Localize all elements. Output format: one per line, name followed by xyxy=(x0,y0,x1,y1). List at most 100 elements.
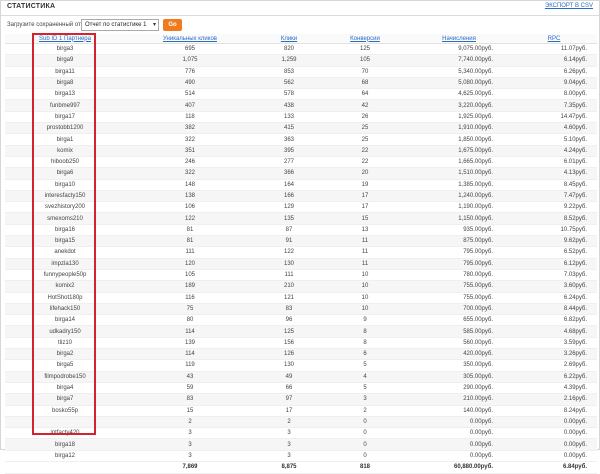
subid-cell: birga13 xyxy=(5,88,125,101)
unique-clicks-cell: 80 xyxy=(125,314,255,327)
unique-clicks-cell: 776 xyxy=(125,66,255,78)
conversions-cell: 22 xyxy=(323,145,407,157)
rpc-cell: 6.52руб. xyxy=(511,246,597,259)
clicks-cell: 129 xyxy=(255,201,323,214)
rpc-cell: 0.00руб. xyxy=(511,438,597,451)
subid-cell: birga5 xyxy=(5,359,125,372)
subid-cell: intfacty420 xyxy=(5,427,125,440)
total-rpc-cell: 6.84руб. xyxy=(511,460,597,474)
unique-clicks-cell: 246 xyxy=(125,156,255,169)
unique-clicks-cell: 382 xyxy=(125,122,255,135)
unique-clicks-cell: 59 xyxy=(125,382,255,395)
unique-clicks-cell: 322 xyxy=(125,167,255,180)
subid-cell: tliz10 xyxy=(5,337,125,350)
column-header-subid[interactable]: Sub ID 1 Партнера xyxy=(5,34,125,44)
earnings-cell: 1,385.00руб. xyxy=(407,179,511,191)
conversions-cell: 8 xyxy=(323,325,407,338)
earnings-cell: 585.00руб. xyxy=(407,325,511,338)
clicks-cell: 133 xyxy=(255,111,323,124)
earnings-cell: 290.00руб. xyxy=(407,382,511,395)
table-row: funbme997 407 438 42 3,220.00руб. 7.35руб. xyxy=(5,99,597,112)
unique-clicks-cell: 514 xyxy=(125,88,255,101)
rpc-cell: 8.45руб. xyxy=(511,179,597,191)
column-header-clicks[interactable]: Клики xyxy=(255,34,323,44)
table-header-row: Sub ID 1 Партнера Уникальных кликов Клик… xyxy=(5,34,597,44)
conversions-cell: 70 xyxy=(323,66,407,78)
subid-cell: impzla130 xyxy=(5,258,125,270)
subid-cell: smexoms210 xyxy=(5,212,125,225)
earnings-cell: 780.00руб. xyxy=(407,269,511,282)
rpc-cell: 3.59руб. xyxy=(511,337,597,350)
earnings-cell: 1,510.00руб. xyxy=(407,167,511,180)
subid-cell: funbme997 xyxy=(5,99,125,112)
earnings-cell: 1,665.00руб. xyxy=(407,156,511,169)
clicks-cell: 121 xyxy=(255,292,323,304)
subid-cell: birga10 xyxy=(5,179,125,191)
conversions-cell: 22 xyxy=(323,156,407,169)
subid-cell: svezhistory200 xyxy=(5,201,125,214)
earnings-cell: 1,240.00руб. xyxy=(407,190,511,203)
total-subid-cell xyxy=(5,460,125,474)
clicks-cell: 3 xyxy=(255,438,323,451)
table-row: birga3 695 820 125 9,075.00руб. 11.07руб. xyxy=(5,43,597,56)
earnings-cell: 5,080.00руб. xyxy=(407,77,511,90)
column-header-conversions[interactable]: Конверсии xyxy=(323,34,407,44)
table-row: birga8 490 562 68 5,080.00руб. 9.04руб. xyxy=(5,77,597,90)
totals-row: 7,869 8,875 818 60,880.00руб. 6.84руб. xyxy=(5,460,597,474)
table-row: interesfacty150 138 166 17 1,240.00руб. 7.47р… xyxy=(5,190,597,203)
earnings-cell: 0.00руб. xyxy=(407,427,511,440)
go-button[interactable]: Go xyxy=(163,19,182,31)
table-row: udkadry150 114 125 8 585.00руб. 4.68руб. xyxy=(5,325,597,338)
table-row: intfacty420 3 3 0 0.00руб. 0.00руб. xyxy=(5,427,597,440)
unique-clicks-cell: 106 xyxy=(125,201,255,214)
rpc-cell: 9.04руб. xyxy=(511,77,597,90)
total-earnings-cell: 60,880.00руб. xyxy=(407,460,511,474)
table-row: prostobb1200 382 415 25 1,910.00руб. 4.60руб. xyxy=(5,122,597,135)
table-row: lifehack150 75 83 10 700.00руб. 8.44руб. xyxy=(5,303,597,316)
clicks-cell: 96 xyxy=(255,314,323,327)
unique-clicks-cell: 139 xyxy=(125,337,255,350)
subid-cell: bosko55p xyxy=(5,405,125,417)
conversions-cell: 13 xyxy=(323,224,407,237)
clicks-cell: 156 xyxy=(255,337,323,350)
earnings-cell: 700.00руб. xyxy=(407,303,511,316)
earnings-cell: 9,075.00руб. xyxy=(407,43,511,56)
earnings-cell: 1,910.00руб. xyxy=(407,122,511,135)
unique-clicks-cell: 114 xyxy=(125,325,255,338)
rpc-cell: 6.12руб. xyxy=(511,258,597,270)
conversions-cell: 11 xyxy=(323,246,407,259)
clicks-cell: 2 xyxy=(255,416,323,429)
rpc-cell: 11.07руб. xyxy=(511,43,597,56)
subid-cell: interesfacty150 xyxy=(5,190,125,203)
unique-clicks-cell: 114 xyxy=(125,348,255,361)
table-row: birga4 59 66 5 290.00руб. 4.39руб. xyxy=(5,382,597,395)
column-header-earnings[interactable]: Начисления xyxy=(407,34,511,44)
clicks-cell: 210 xyxy=(255,280,323,293)
saved-report-select[interactable]: Отчет по статистике 1 ▾ xyxy=(81,19,159,31)
earnings-cell: 795.00руб. xyxy=(407,246,511,259)
conversions-cell: 11 xyxy=(323,258,407,270)
unique-clicks-cell: 75 xyxy=(125,303,255,316)
clicks-cell: 87 xyxy=(255,224,323,237)
rpc-cell: 8.24руб. xyxy=(511,405,597,417)
column-header-rpc[interactable]: RPC xyxy=(511,34,597,44)
rpc-cell: 0.00руб. xyxy=(511,416,597,429)
column-header-unique-clicks[interactable]: Уникальных кликов xyxy=(125,34,255,44)
conversions-cell: 11 xyxy=(323,235,407,248)
table-row: birga14 80 96 9 655.00руб. 6.82руб. xyxy=(5,314,597,327)
rpc-cell: 4.68руб. xyxy=(511,325,597,338)
subid-cell: birga1 xyxy=(5,133,125,146)
conversions-cell: 25 xyxy=(323,133,407,146)
rpc-cell: 10.75руб. xyxy=(511,224,597,237)
rpc-cell: 5.10руб. xyxy=(511,133,597,146)
report-toolbar: Загрузите сохраненный отчет Отчет по ста… xyxy=(1,16,599,34)
table-row: anekdot 111 122 11 795.00руб. 6.52руб. xyxy=(5,246,597,259)
conversions-cell: 0 xyxy=(323,438,407,451)
conversions-cell: 5 xyxy=(323,382,407,395)
export-csv-link[interactable]: ЭКСПОРТ В CSV xyxy=(545,3,593,9)
unique-clicks-cell: 81 xyxy=(125,235,255,248)
clicks-cell: 111 xyxy=(255,269,323,282)
subid-cell: birga4 xyxy=(5,382,125,395)
unique-clicks-cell: 122 xyxy=(125,212,255,225)
conversions-cell: 105 xyxy=(323,54,407,67)
